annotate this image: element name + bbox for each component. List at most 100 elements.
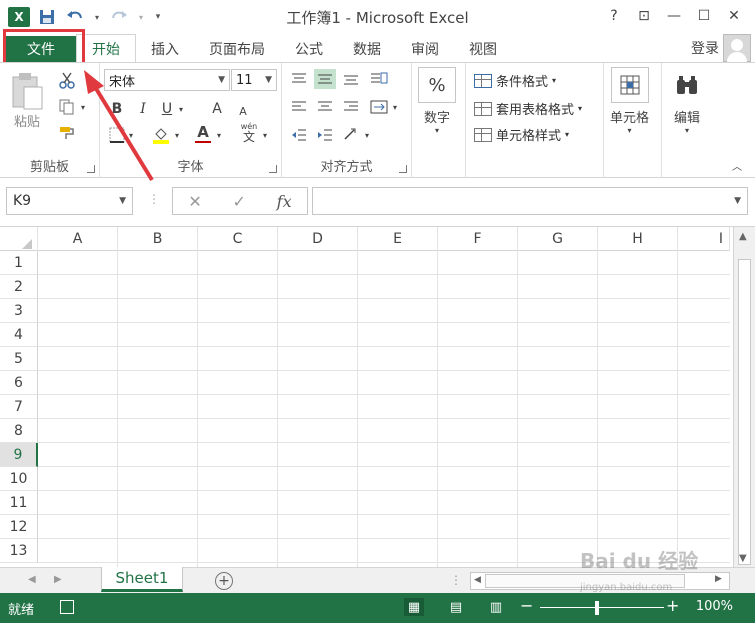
- row-header[interactable]: 1: [0, 251, 38, 275]
- redo-icon[interactable]: [108, 6, 130, 28]
- row-header[interactable]: 11: [0, 491, 38, 515]
- cell-styles-button[interactable]: 单元格样式 ▾: [474, 125, 569, 144]
- tab-formulas[interactable]: 公式: [280, 36, 338, 62]
- avatar[interactable]: [723, 34, 751, 62]
- zoom-slider-thumb[interactable]: [595, 601, 599, 615]
- tab-page-layout[interactable]: 页面布局: [194, 36, 280, 62]
- maximize-button[interactable]: ☐: [689, 4, 719, 28]
- clipboard-launcher-icon[interactable]: [87, 165, 95, 173]
- row-header[interactable]: 5: [0, 347, 38, 371]
- zoom-slider[interactable]: [540, 607, 664, 608]
- bold-button[interactable]: B: [106, 99, 128, 119]
- row-header[interactable]: 7: [0, 395, 38, 419]
- paste-button[interactable]: 粘贴: [10, 71, 44, 130]
- column-header[interactable]: H: [598, 227, 678, 251]
- phonetic-guide-button[interactable]: wén 文: [238, 123, 260, 144]
- border-icon[interactable]: [106, 125, 128, 145]
- zoom-in-button[interactable]: +: [666, 596, 679, 615]
- italic-button[interactable]: I: [132, 99, 154, 119]
- row-header[interactable]: 6: [0, 371, 38, 395]
- vertical-scroll-thumb[interactable]: [738, 259, 751, 565]
- scroll-right-icon[interactable]: ▶: [715, 574, 722, 584]
- row-header[interactable]: 3: [0, 299, 38, 323]
- scroll-up-icon[interactable]: ▲: [739, 231, 747, 242]
- row-header[interactable]: 2: [0, 275, 38, 299]
- editing-button[interactable]: 编辑 ▾: [668, 67, 706, 135]
- merge-dropdown-icon[interactable]: ▾: [390, 97, 400, 117]
- grow-font-button[interactable]: A: [206, 99, 228, 119]
- minimize-button[interactable]: —: [659, 4, 689, 28]
- zoom-level[interactable]: 100%: [696, 599, 733, 614]
- wrap-text-icon[interactable]: [340, 125, 362, 145]
- decrease-indent-icon[interactable]: [288, 125, 310, 145]
- save-icon[interactable]: [36, 6, 58, 28]
- cut-icon[interactable]: [56, 71, 78, 91]
- column-header[interactable]: I: [678, 227, 730, 251]
- phonetic-dropdown-icon[interactable]: ▾: [260, 125, 270, 145]
- undo-icon[interactable]: [64, 6, 86, 28]
- align-bottom-icon[interactable]: [340, 69, 362, 89]
- ribbon-display-button[interactable]: ⊡: [629, 4, 659, 28]
- format-as-table-button[interactable]: 套用表格格式 ▾: [474, 99, 582, 118]
- increase-indent-icon[interactable]: [314, 125, 336, 145]
- tab-insert[interactable]: 插入: [136, 36, 194, 62]
- name-box[interactable]: K9 ▼: [6, 187, 133, 215]
- font-name-select[interactable]: 宋体 ▼: [104, 69, 230, 91]
- fill-color-icon[interactable]: [150, 125, 172, 145]
- formula-input[interactable]: ▼: [312, 187, 748, 215]
- select-all-corner[interactable]: [0, 227, 38, 251]
- close-button[interactable]: ✕: [719, 4, 749, 28]
- number-format-button[interactable]: % 数字 ▾: [418, 67, 456, 135]
- column-header[interactable]: C: [198, 227, 278, 251]
- underline-dropdown-icon[interactable]: ▾: [176, 99, 186, 119]
- row-header[interactable]: 8: [0, 419, 38, 443]
- redo-dropdown-icon[interactable]: ▾: [136, 6, 146, 28]
- enter-icon[interactable]: ✓: [233, 192, 246, 211]
- vertical-scrollbar[interactable]: ▲ ▼: [733, 227, 755, 567]
- customize-qat-icon[interactable]: ▾: [152, 6, 164, 28]
- page-layout-view-icon[interactable]: ▤: [446, 598, 466, 616]
- zoom-out-button[interactable]: −: [520, 596, 533, 615]
- row-header[interactable]: 12: [0, 515, 38, 539]
- font-color-dropdown-icon[interactable]: ▾: [214, 125, 224, 145]
- scroll-down-icon[interactable]: ▼: [739, 553, 747, 564]
- column-header[interactable]: G: [518, 227, 598, 251]
- add-sheet-icon[interactable]: +: [215, 572, 233, 590]
- column-header[interactable]: B: [118, 227, 198, 251]
- column-header[interactable]: A: [38, 227, 118, 251]
- tab-split-handle-icon[interactable]: ⋮: [450, 573, 462, 587]
- undo-dropdown-icon[interactable]: ▾: [92, 6, 102, 28]
- font-color-button[interactable]: A: [192, 123, 214, 143]
- orientation-icon[interactable]: [368, 69, 390, 89]
- scroll-left-icon[interactable]: ◀: [474, 575, 481, 585]
- sheet-tab-sheet1[interactable]: Sheet1: [101, 567, 183, 592]
- cancel-icon[interactable]: ✕: [188, 192, 201, 211]
- row-header[interactable]: 4: [0, 323, 38, 347]
- wrap-dropdown-icon[interactable]: ▾: [362, 125, 372, 145]
- shrink-font-button[interactable]: A: [232, 101, 254, 121]
- next-sheet-icon[interactable]: ▶: [54, 574, 62, 585]
- cells-button[interactable]: 单元格 ▾: [610, 67, 649, 135]
- tab-home[interactable]: 开始: [76, 34, 136, 62]
- column-header[interactable]: D: [278, 227, 358, 251]
- collapse-ribbon-icon[interactable]: ︿: [726, 155, 748, 175]
- column-header[interactable]: E: [358, 227, 438, 251]
- insert-function-icon[interactable]: fx: [277, 192, 292, 211]
- tab-data[interactable]: 数据: [338, 36, 396, 62]
- tab-view[interactable]: 视图: [454, 36, 512, 62]
- expand-formula-icon[interactable]: ▼: [734, 196, 741, 206]
- cell-grid[interactable]: [38, 251, 730, 567]
- align-right-icon[interactable]: [340, 97, 362, 117]
- border-dropdown-icon[interactable]: ▾: [126, 125, 136, 145]
- merge-center-icon[interactable]: [368, 97, 390, 117]
- normal-view-icon[interactable]: ▦: [404, 598, 424, 616]
- row-header[interactable]: 10: [0, 467, 38, 491]
- column-header[interactable]: F: [438, 227, 518, 251]
- align-left-icon[interactable]: [288, 97, 310, 117]
- align-top-icon[interactable]: [288, 69, 310, 89]
- help-button[interactable]: ?: [599, 4, 629, 28]
- row-header[interactable]: 9: [0, 443, 38, 467]
- copy-dropdown-icon[interactable]: ▾: [78, 97, 88, 117]
- align-middle-icon[interactable]: [314, 69, 336, 89]
- font-launcher-icon[interactable]: [269, 165, 277, 173]
